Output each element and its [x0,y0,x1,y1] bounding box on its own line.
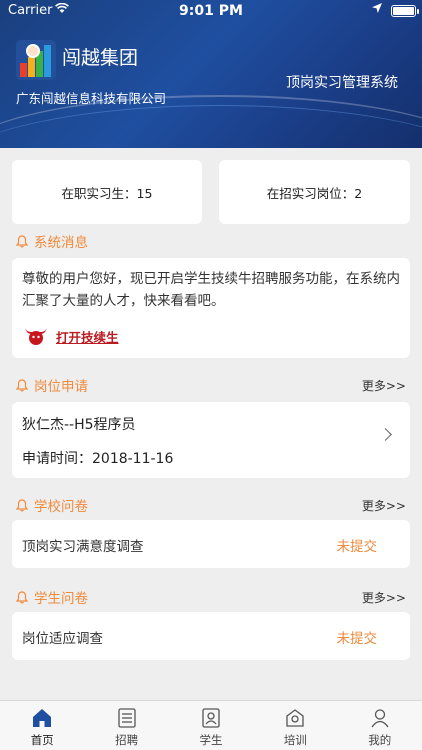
bell-icon [16,498,28,512]
tab-training[interactable]: 培训 [253,701,337,750]
battery-icon [391,5,416,17]
tab-home[interactable]: 首页 [0,701,84,750]
stat-label: 在招实习岗位：2 [266,185,363,201]
job-application-item[interactable]: 狄仁杰--H5程序员 申请时间：2018-11-16 [12,402,410,478]
company-logo [16,40,56,80]
more-link-job-application[interactable]: 更多>> [362,377,406,394]
student-icon [202,708,220,728]
header-banner: Carrier 9:01 PM 闯越集团 广东闯越信息科技有限公司 顶岗实习管理… [0,0,422,148]
more-link-student-survey[interactable]: 更多>> [362,589,406,606]
brand-name: 闯越集团 [62,47,139,69]
tab-students[interactable]: 学生 [169,701,253,750]
survey-name: 顶岗实习满意度调查 [22,539,144,555]
battery-tip [417,9,419,14]
section-title-school-survey: 学校问卷 [16,496,88,515]
chevron-right-icon [379,428,392,441]
section-title-text: 岗位申请 [34,379,88,395]
company-name: 广东闯越信息科技有限公司 [16,91,167,106]
stat-card-openings[interactable]: 在招实习岗位：2 [219,160,410,224]
stat-card-interns[interactable]: 在职实习生：15 [12,160,202,224]
notice-text: 尊敬的用户您好，现已开启学生技续牛招聘服务功能，在系统内汇聚了大量的人才，快来看… [22,271,400,309]
school-survey-item[interactable]: 顶岗实习满意度调查 未提交 [12,520,410,568]
stat-label: 在职实习生：15 [61,185,153,201]
section-title-job-application: 岗位申请 [16,376,88,395]
bell-icon [16,590,28,604]
application-date: 申请时间：2018-11-16 [22,451,174,467]
section-title-text: 系统消息 [34,235,88,251]
bull-logo-icon [25,328,47,345]
bell-icon [16,234,28,248]
tab-profile[interactable]: 我的 [338,701,422,750]
bell-icon [16,378,28,392]
student-survey-item[interactable]: 岗位适应调查 未提交 [12,612,410,660]
link-label: 打开技续生 [56,329,119,345]
section-title-text: 学生问卷 [34,591,88,607]
system-name: 顶岗实习管理系统 [286,75,398,91]
tab-recruitment[interactable]: 招聘 [84,701,168,750]
tab-label: 学生 [199,733,223,747]
bottom-tab-bar: 首页 招聘 学生 培训 我的 [0,700,422,750]
tab-label: 招聘 [115,733,139,747]
location-arrow-icon [372,3,382,16]
section-title-system-notice: 系统消息 [16,232,88,251]
clock-time: 9:01 PM [179,3,243,19]
section-title-student-survey: 学生问卷 [16,588,88,607]
system-notice-card: 尊敬的用户您好，现已开启学生技续牛招聘服务功能，在系统内汇聚了大量的人才，快来看… [12,258,410,358]
survey-status: 未提交 [336,539,378,555]
profile-icon [371,709,389,728]
survey-status: 未提交 [336,631,378,647]
applicant-position: 狄仁杰--H5程序员 [22,417,136,433]
home-icon [33,709,52,727]
section-title-text: 学校问卷 [34,499,88,515]
tab-label: 培训 [283,733,307,747]
open-jixusheng-link[interactable]: 打开技续生 [24,326,119,346]
tab-label: 我的 [368,733,392,747]
status-bar: Carrier 9:01 PM [0,0,422,22]
list-icon [117,708,136,728]
survey-name: 岗位适应调查 [22,631,103,647]
tab-label: 首页 [30,733,54,747]
training-icon [286,709,305,727]
more-link-school-survey[interactable]: 更多>> [362,497,406,514]
